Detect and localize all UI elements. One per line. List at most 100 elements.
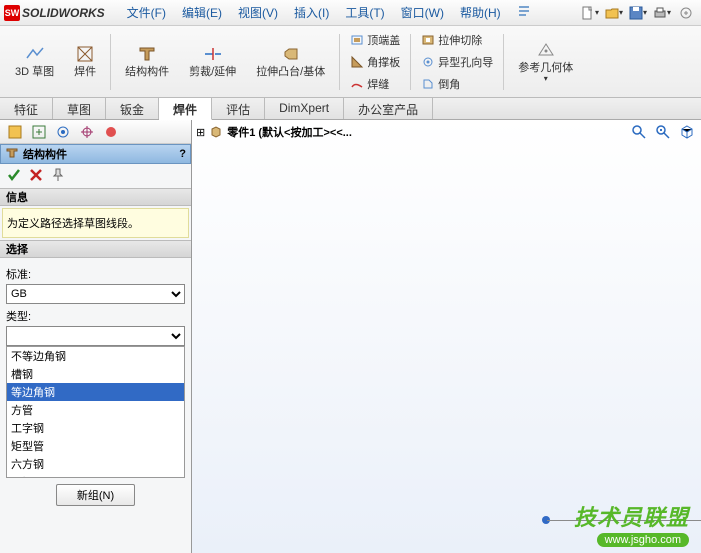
gusset-icon — [350, 55, 364, 69]
ribbon-structural-member[interactable]: 结构构件 — [116, 31, 178, 93]
zoom-area-button[interactable] — [653, 122, 673, 142]
list-item[interactable]: 槽钢 — [7, 365, 184, 383]
chevron-down-icon: ▾ — [544, 74, 548, 83]
extrude-icon — [281, 44, 301, 64]
weldment-icon — [75, 44, 95, 64]
ribbon-label: 剪裁/延伸 — [189, 66, 236, 78]
tab-office[interactable]: 办公室产品 — [344, 98, 433, 119]
menu-tools[interactable]: 工具(T) — [337, 0, 392, 25]
type-label: 类型: — [6, 308, 185, 324]
ribbon-label: 焊件 — [74, 66, 96, 78]
list-item[interactable]: 工字钢 — [7, 419, 184, 437]
separator — [110, 34, 111, 90]
menu-help[interactable]: 帮助(H) — [452, 0, 509, 25]
new-button[interactable]: ▾ — [579, 3, 601, 23]
ribbon-weldment[interactable]: 焊件 — [65, 31, 105, 93]
ribbon-label: 参考几何体 — [518, 62, 573, 74]
pm-select-body: 标准: GB 类型: 不等边角钢槽钢等边角钢方管工字钢矩型管六方钢圆钢圆管 新组… — [0, 258, 191, 516]
ribbon-ref-geometry[interactable]: 参考几何体 ▾ — [509, 31, 582, 93]
quick-access-toolbar: ▾ ▾ ▾ ▾ — [579, 3, 701, 23]
menu-bar: 文件(F) 编辑(E) 视图(V) 插入(I) 工具(T) 窗口(W) 帮助(H… — [119, 0, 539, 25]
ribbon-3d-sketch[interactable]: 3D 草图 — [6, 31, 63, 93]
pm-title: 结构构件 — [23, 146, 67, 162]
list-item[interactable]: 六方钢 — [7, 455, 184, 473]
list-item[interactable]: 不等边角钢 — [7, 347, 184, 365]
standard-label: 标准: — [6, 266, 185, 282]
view-orientation-button[interactable] — [677, 122, 697, 142]
menu-edit[interactable]: 编辑(E) — [174, 0, 230, 25]
part-icon — [209, 125, 223, 139]
save-button[interactable]: ▾ — [627, 3, 649, 23]
list-item[interactable]: 等边角钢 — [7, 383, 184, 401]
open-button[interactable]: ▾ — [603, 3, 625, 23]
panel-tabs — [0, 120, 191, 144]
menu-view[interactable]: 视图(V) — [230, 0, 286, 25]
ribbon-end-cap[interactable]: 顶端盖 — [345, 29, 405, 51]
part-name[interactable]: 零件1 (默认<按加工><<... — [227, 124, 352, 140]
ribbon-small-label: 异型孔向导 — [438, 54, 493, 70]
feature-tree-tab[interactable] — [6, 123, 24, 141]
menu-overflow[interactable] — [509, 0, 539, 25]
title-bar: SW SOLIDWORKS 文件(F) 编辑(E) 视图(V) 插入(I) 工具… — [0, 0, 701, 26]
ribbon-stack-cut: 拉伸切除 异型孔向导 倒角 — [416, 31, 498, 93]
ribbon-small-label: 拉伸切除 — [438, 32, 482, 48]
dimxpert-tab[interactable] — [78, 123, 96, 141]
ribbon-gusset[interactable]: 角撑板 — [345, 51, 405, 73]
more-button[interactable] — [675, 3, 697, 23]
solidworks-icon: SW — [4, 5, 20, 21]
zoom-fit-button[interactable] — [629, 122, 649, 142]
heads-up-view-toolbar — [629, 122, 697, 142]
app-name: SOLIDWORKS — [22, 6, 105, 20]
ribbon-weld-bead[interactable]: 焊缝 — [345, 73, 405, 95]
ribbon-extrude-boss[interactable]: 拉伸凸台/基体 — [247, 31, 334, 93]
standard-select[interactable]: GB — [6, 284, 185, 304]
tab-evaluate[interactable]: 评估 — [212, 98, 265, 119]
pm-info-header: 信息 — [0, 188, 191, 206]
ribbon-small-label: 倒角 — [438, 76, 460, 92]
property-manager-panel: 结构构件 ? 信息 为定义路径选择草图线段。 选择 标准: GB 类型: 不等边… — [0, 120, 192, 553]
menu-insert[interactable]: 插入(I) — [286, 0, 337, 25]
tab-features[interactable]: 特征 — [0, 98, 53, 119]
ok-button[interactable] — [6, 167, 22, 186]
new-group-button[interactable]: 新组(N) — [56, 484, 135, 506]
cancel-button[interactable] — [28, 167, 44, 186]
app-logo: SW SOLIDWORKS — [0, 5, 109, 21]
list-item[interactable]: 方管 — [7, 401, 184, 419]
tab-sheet-metal[interactable]: 钣金 — [106, 98, 159, 119]
menu-file[interactable]: 文件(F) — [119, 0, 174, 25]
property-manager-tab[interactable] — [30, 123, 48, 141]
ribbon-small-label: 焊缝 — [367, 76, 389, 92]
pm-help-button[interactable]: ? — [179, 148, 186, 160]
watermark-url: www.jsgho.com — [597, 533, 689, 547]
structural-icon — [137, 44, 157, 64]
extrude-cut-icon — [421, 33, 435, 47]
print-button[interactable]: ▾ — [651, 3, 673, 23]
tab-sketch[interactable]: 草图 — [53, 98, 106, 119]
ribbon-small-label: 顶端盖 — [367, 32, 400, 48]
body: 结构构件 ? 信息 为定义路径选择草图线段。 选择 标准: GB 类型: 不等边… — [0, 120, 701, 553]
type-select[interactable] — [6, 326, 185, 346]
pm-info-text: 为定义路径选择草图线段。 — [2, 208, 189, 238]
ribbon-chamfer[interactable]: 倒角 — [416, 73, 498, 95]
menu-window[interactable]: 窗口(W) — [393, 0, 452, 25]
watermark-text: 技术员联盟 — [574, 500, 689, 532]
ribbon-small-label: 角撑板 — [367, 54, 400, 70]
list-item[interactable]: 矩型管 — [7, 437, 184, 455]
weld-bead-icon — [350, 77, 364, 91]
config-manager-tab[interactable] — [54, 123, 72, 141]
command-tabs: 特征 草图 钣金 焊件 评估 DimXpert 办公室产品 — [0, 98, 701, 120]
display-manager-tab[interactable] — [102, 123, 120, 141]
ribbon-trim-extend[interactable]: 剪裁/延伸 — [180, 31, 245, 93]
ribbon-hole-wizard[interactable]: 异型孔向导 — [416, 51, 498, 73]
type-listbox[interactable]: 不等边角钢槽钢等边角钢方管工字钢矩型管六方钢圆钢圆管 — [6, 346, 185, 478]
separator — [410, 34, 411, 90]
tab-weldments[interactable]: 焊件 — [159, 98, 212, 120]
ribbon-extrude-cut[interactable]: 拉伸切除 — [416, 29, 498, 51]
graphics-area[interactable]: ⊞ 零件1 (默认<按加工><<... 技术员联盟 www.jsgho.com — [192, 120, 701, 553]
list-item[interactable]: 圆钢 — [7, 473, 184, 478]
pushpin-button[interactable] — [50, 167, 66, 186]
pm-header: 结构构件 ? — [0, 144, 191, 164]
tree-expand-button[interactable]: ⊞ — [196, 126, 205, 139]
hole-wizard-icon — [421, 55, 435, 69]
tab-dimxpert[interactable]: DimXpert — [265, 98, 344, 119]
